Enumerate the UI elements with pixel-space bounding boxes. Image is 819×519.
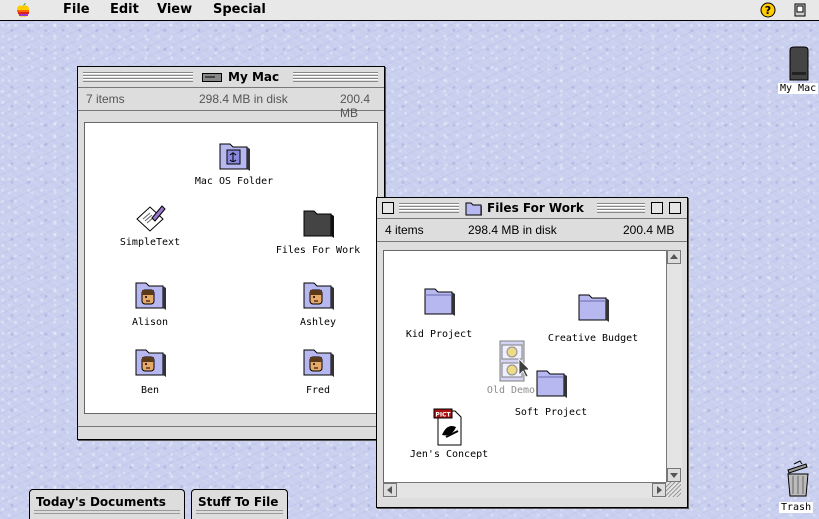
my-mac-window: My Mac 7 items 298.4 MB in disk 200.4 MB… (77, 66, 385, 440)
title-stripes (83, 72, 193, 82)
available-space: 200.4 MB (340, 92, 371, 120)
icon-label: Files For Work (275, 245, 361, 256)
kid-project-folder[interactable]: Kid Project (406, 285, 472, 340)
menu-special[interactable]: Special (213, 2, 266, 17)
files-for-work-window: Files For Work 4 items 298.4 MB in disk … (376, 197, 688, 508)
title-stripes (597, 203, 645, 213)
my-mac-desktop-icon[interactable]: My Mac (778, 46, 819, 94)
movie-file-icon (499, 340, 531, 382)
files-for-work-folder[interactable]: Files For Work (276, 207, 360, 256)
scroll-up-arrow[interactable] (667, 250, 681, 264)
jens-concept-file[interactable]: PICT Jen's Concept (410, 407, 488, 460)
folder-icon (534, 367, 568, 399)
my-mac-content: Mac OS Folder SimpleText Files For Work … (84, 122, 378, 414)
menu-edit[interactable]: Edit (110, 2, 139, 17)
files-for-work-titlebar[interactable]: Files For Work (377, 198, 687, 219)
folder-icon (422, 285, 456, 317)
icon-label: SimpleText (119, 237, 181, 248)
files-content: Kid Project Creative Budget Old Demo Sof… (383, 250, 668, 484)
icon-label: Soft Project (514, 407, 588, 418)
system-folder-icon (217, 140, 251, 172)
my-mac-bottom-strip (78, 426, 384, 439)
my-mac-titlebar[interactable]: My Mac (78, 67, 384, 88)
stuff-to-file-tab[interactable]: Stuff To File (191, 489, 288, 519)
ben-folder[interactable]: Ben (133, 346, 167, 396)
item-count: 7 items (86, 92, 125, 106)
scroll-down-arrow[interactable] (667, 468, 681, 482)
title-stripes (399, 203, 459, 213)
menu-file[interactable]: File (63, 2, 90, 17)
disk-usage: 298.4 MB in disk (468, 223, 557, 237)
soft-project-folder[interactable]: Soft Project (515, 367, 587, 418)
close-box[interactable] (382, 202, 394, 214)
vertical-scrollbar[interactable] (666, 250, 682, 482)
title-stripes (293, 72, 378, 82)
old-demo-file[interactable]: Old Demo (487, 339, 535, 396)
resize-grip[interactable] (666, 482, 681, 497)
icon-label: Ben (140, 385, 160, 396)
icon-label: Ashley (299, 317, 337, 328)
desktop-label: Trash (779, 502, 814, 513)
menu-bar: File Edit View Special ? (0, 0, 819, 21)
my-mac-info-bar: 7 items 298.4 MB in disk 200.4 MB (78, 88, 384, 120)
icon-label: Jen's Concept (409, 449, 489, 460)
mac-os-folder[interactable]: Mac OS Folder (195, 140, 273, 187)
user-folder-icon (133, 279, 167, 311)
horizontal-scrollbar[interactable] (383, 482, 666, 498)
open-folder-icon (465, 202, 482, 216)
icon-label: Mac OS Folder (194, 176, 274, 187)
desktop-label: My Mac (778, 83, 819, 94)
fred-folder[interactable]: Fred (301, 346, 335, 396)
files-info-bar: 4 items 298.4 MB in disk 200.4 MB (377, 219, 687, 242)
trash-icon (787, 460, 809, 497)
simpletext-app-icon (136, 205, 166, 232)
scroll-right-arrow[interactable] (652, 483, 666, 497)
menu-view[interactable]: View (157, 2, 192, 17)
help-icon[interactable]: ? (760, 2, 776, 18)
collapse-box[interactable] (669, 202, 681, 214)
simpletext-app[interactable]: SimpleText (120, 201, 180, 248)
svg-text:?: ? (765, 4, 771, 17)
todays-documents-tab[interactable]: Today's Documents (29, 489, 185, 519)
creative-budget-folder[interactable]: Creative Budget (548, 291, 638, 344)
window-title: My Mac (228, 70, 280, 84)
item-count: 4 items (385, 223, 424, 237)
trash-desktop-icon[interactable]: Trash (776, 458, 816, 513)
folder-open-icon (301, 207, 335, 239)
scroll-left-arrow[interactable] (383, 483, 397, 497)
folder-icon (576, 291, 610, 323)
icon-label: Creative Budget (547, 333, 639, 344)
hard-disk-icon (789, 46, 809, 81)
icon-label: Alison (131, 317, 169, 328)
icon-label: Kid Project (405, 329, 473, 340)
icon-label: Fred (305, 385, 331, 396)
apple-icon[interactable] (15, 2, 31, 18)
pict-badge: PICT (435, 412, 451, 419)
zoom-box[interactable] (651, 202, 663, 214)
user-folder-icon (301, 279, 335, 311)
user-folder-icon (133, 346, 167, 378)
available-space: 200.4 MB (623, 223, 675, 237)
disk-usage: 298.4 MB in disk (199, 92, 288, 106)
hard-disk-icon (202, 73, 222, 82)
pict-file-icon: PICT (433, 408, 462, 446)
ashley-folder[interactable]: Ashley (300, 279, 336, 328)
user-folder-icon (301, 346, 335, 378)
application-menu-icon[interactable] (792, 2, 808, 18)
window-title: Files For Work (487, 201, 584, 215)
alison-folder[interactable]: Alison (132, 279, 168, 328)
